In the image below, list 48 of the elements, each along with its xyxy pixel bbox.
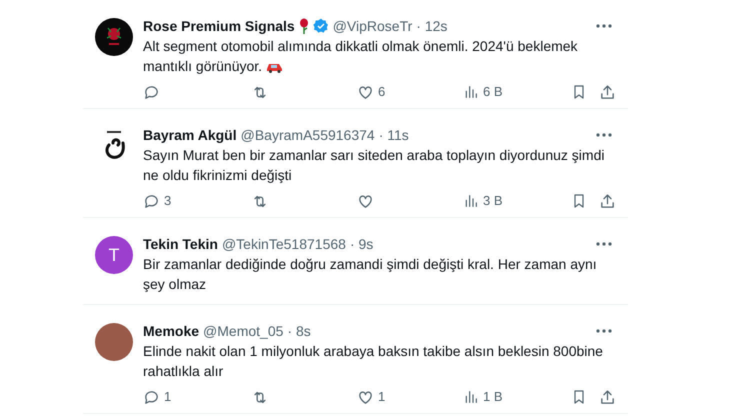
reply-icon	[143, 192, 160, 210]
photo-placeholder	[95, 323, 133, 361]
share-button[interactable]	[599, 84, 616, 100]
tweet-text: Sayın Murat ben bir zamanlar sarı siteden araba toplayın diyordunuz şimdi ne oldu fikrinizmi değişti	[143, 146, 606, 185]
verified-badge-icon	[312, 18, 329, 34]
tweet-text: Elinde nakit olan 1 milyonluk arabaya baksın takibe alsın beklesin 800bine rahatlıkla alır	[143, 342, 604, 381]
bar-chart-icon	[463, 193, 479, 209]
timestamp[interactable]: · 9s	[350, 234, 374, 254]
reply-button[interactable]: 1	[143, 387, 251, 407]
more-options-icon[interactable]	[596, 133, 612, 137]
bar-chart-icon	[463, 389, 479, 405]
heart-icon	[357, 388, 374, 406]
user-name[interactable]: Tekin Tekin	[143, 234, 218, 254]
reply-icon	[143, 84, 160, 100]
views-button[interactable]: 3 B	[463, 191, 571, 211]
user-handle[interactable]: @Memot_05	[203, 321, 284, 341]
user-name[interactable]: Rose Premium Signals	[143, 16, 295, 36]
user-handle[interactable]: @BayramA55916374	[240, 125, 375, 145]
rose-logo-avatar	[95, 18, 133, 56]
reply-icon	[143, 388, 160, 406]
more-options-icon[interactable]	[596, 329, 612, 333]
timestamp[interactable]: · 11s	[378, 125, 409, 145]
views-button[interactable]: 1 B	[463, 387, 571, 407]
share-icon	[599, 192, 616, 210]
heart-icon	[357, 192, 374, 210]
tweet-text: Bir zamanlar dediğinde doğru zamandi şimdi değişti kral. Her zaman aynı şey olmaz	[143, 255, 598, 294]
user-name[interactable]: Memoke	[143, 321, 200, 341]
share-button[interactable]	[599, 192, 616, 210]
share-icon	[599, 84, 616, 100]
car-icon	[266, 61, 284, 74]
like-button[interactable]: 6	[357, 82, 463, 102]
rose-icon	[298, 18, 309, 34]
bar-chart-icon	[463, 84, 479, 100]
user-handle[interactable]: @VipRoseTr	[332, 16, 412, 36]
tweet-text: Alt segment otomobil alımında dikkatli olmak önemli. 2024'ü beklemek mantıklı görünüyor.	[143, 37, 579, 76]
timestamp[interactable]: · 12s	[416, 16, 448, 36]
share-icon	[599, 388, 616, 406]
share-button[interactable]	[599, 388, 616, 406]
letter-avatar: T	[95, 236, 133, 274]
more-options-icon[interactable]	[596, 24, 612, 28]
views-button[interactable]: 6 B	[463, 82, 571, 102]
like-button[interactable]: 1	[357, 387, 463, 407]
user-name[interactable]: Bayram Akgül	[143, 125, 237, 145]
timestamp[interactable]: · 8s	[287, 321, 311, 341]
user-handle[interactable]: @TekinTe51871568	[222, 234, 346, 254]
more-options-icon[interactable]	[596, 242, 612, 246]
heart-icon	[357, 84, 374, 100]
reply-button[interactable]: 3	[143, 191, 251, 211]
